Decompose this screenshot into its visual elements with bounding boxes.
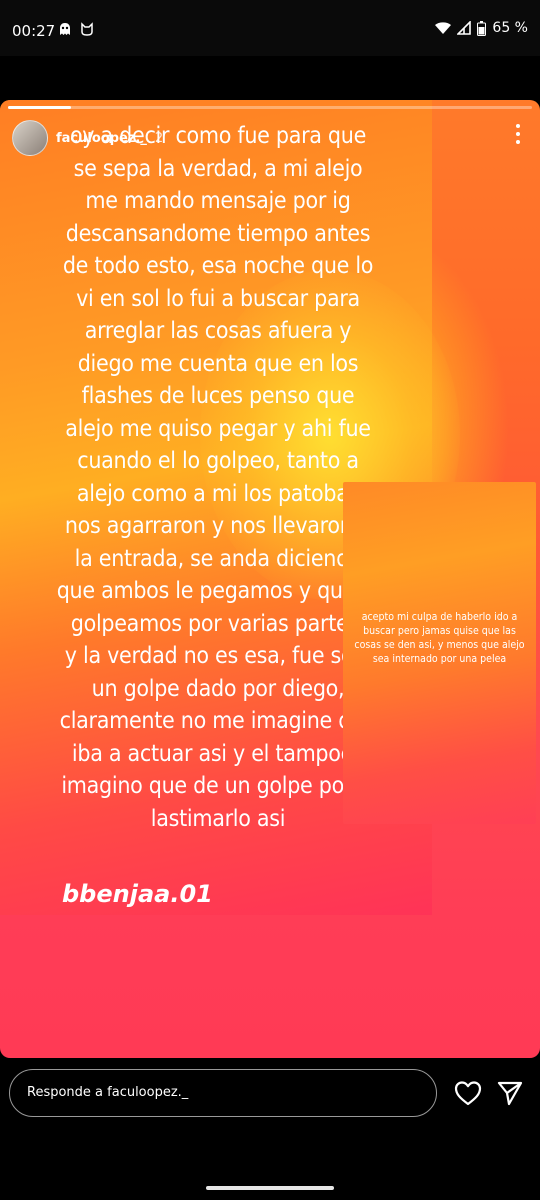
cat-icon	[81, 22, 93, 36]
reply-placeholder: Responde a faculoopez._	[27, 1085, 189, 1100]
status-bar: 00:27 65 %	[0, 0, 540, 56]
more-dot-icon	[516, 124, 520, 128]
send-icon[interactable]	[497, 1080, 523, 1106]
status-notification-icons	[58, 22, 94, 36]
story-username[interactable]: faculoopez._	[56, 131, 147, 146]
status-right-group: 65 %	[435, 20, 528, 36]
more-options-button[interactable]	[514, 124, 522, 144]
battery-percent: 65 %	[492, 20, 528, 36]
battery-icon	[477, 20, 487, 36]
ghost-icon	[60, 23, 70, 35]
story-progress-bar	[8, 106, 532, 109]
signal-icon	[457, 21, 472, 35]
avatar[interactable]	[12, 120, 48, 156]
wifi-icon	[435, 21, 452, 34]
mention-sticker[interactable]: bbenjaa.01	[62, 880, 213, 908]
home-indicator[interactable]	[206, 1186, 334, 1190]
story-viewer[interactable]: oy a decir como fue para que se sepa la …	[0, 100, 540, 1058]
story-time-ago: 2	[154, 130, 164, 146]
more-dot-icon	[516, 140, 520, 144]
side-card-text: acepto mi culpa de haberlo ido a buscar …	[354, 611, 525, 665]
reply-input[interactable]: Responde a faculoopez._	[9, 1069, 437, 1117]
reply-bar: Responde a faculoopez._	[0, 1058, 540, 1200]
heart-icon[interactable]	[454, 1080, 482, 1106]
more-dot-icon	[516, 132, 520, 136]
story-side-card: acepto mi culpa de haberlo ido a buscar …	[343, 482, 536, 824]
status-time: 00:27	[12, 22, 56, 40]
story-header[interactable]: faculoopez._ 2	[12, 120, 163, 156]
story-progress-fill	[8, 106, 71, 109]
